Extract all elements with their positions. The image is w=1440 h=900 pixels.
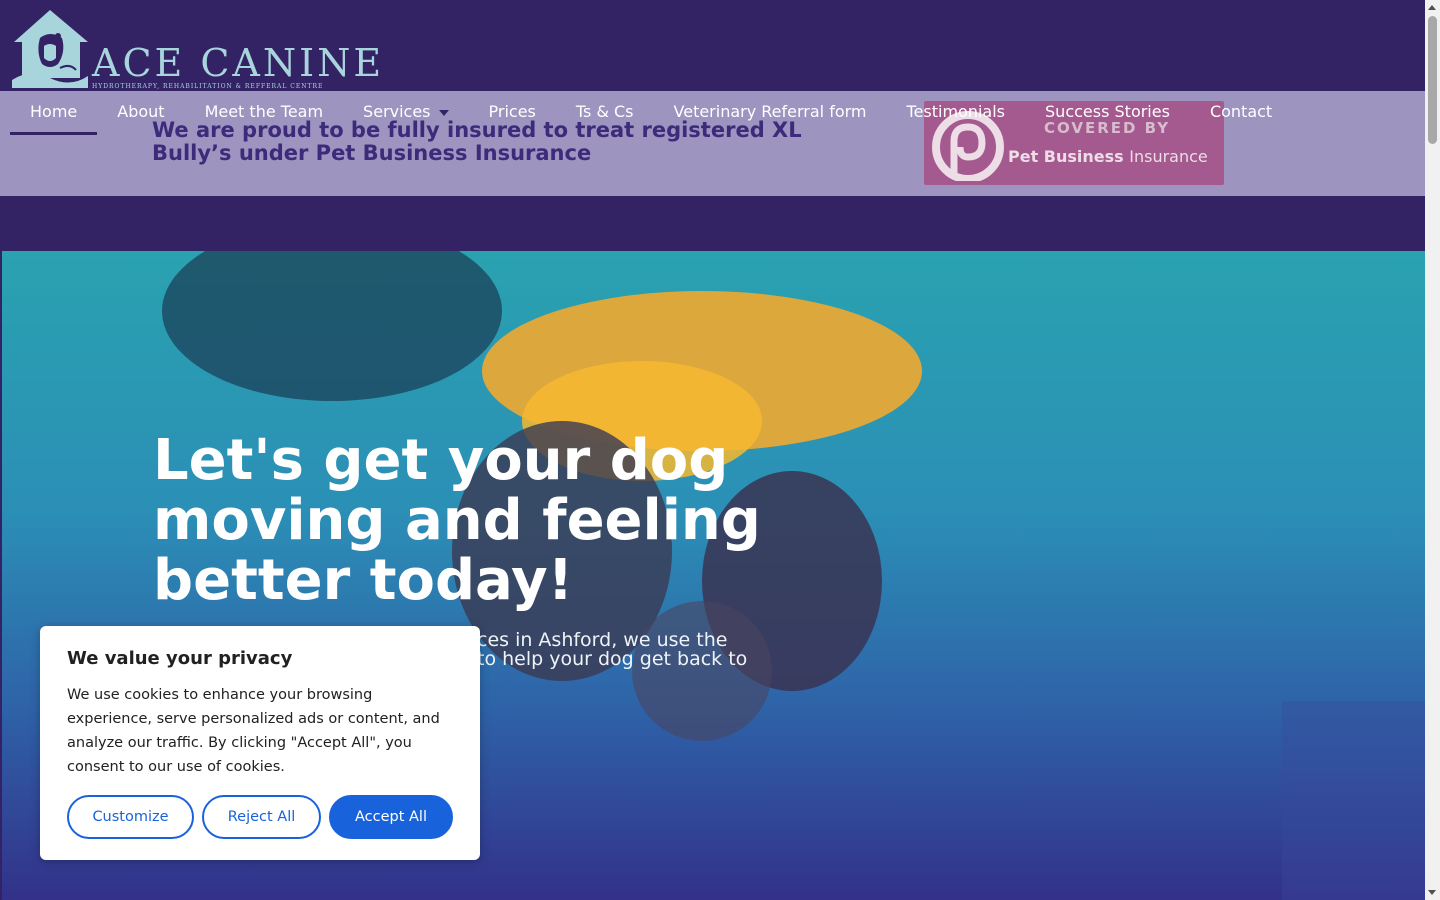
- badge-brand-bold: Pet Business: [1008, 147, 1124, 166]
- nav-item-services[interactable]: Services: [343, 91, 468, 135]
- badge-brand: Pet Business Insurance: [1008, 147, 1208, 166]
- header-spacer: [0, 196, 1425, 251]
- cookie-title: We value your privacy: [67, 648, 293, 669]
- page-scrollbar[interactable]: [1425, 0, 1440, 900]
- logo-title: ACE CANINE: [92, 41, 385, 85]
- nav-item-services-label: Services: [363, 102, 431, 121]
- nav-item-home[interactable]: Home: [10, 91, 98, 135]
- accept-all-button[interactable]: Accept All: [329, 795, 453, 839]
- hero-title: Let's get your dog moving and feeling be…: [153, 428, 761, 613]
- scroll-up-arrow-icon[interactable]: [1428, 5, 1436, 10]
- cookie-consent-dialog: We value your privacy We use cookies to …: [40, 626, 480, 860]
- site-logo[interactable]: ACE CANINE HYDROTHERAPY, REHABILITATION …: [10, 8, 384, 90]
- cookie-actions: Customize Reject All Accept All: [67, 795, 453, 839]
- nav-item-meet-the-team[interactable]: Meet the Team: [185, 91, 343, 135]
- reject-all-button[interactable]: Reject All: [202, 795, 321, 839]
- nav-item-about[interactable]: About: [97, 91, 184, 135]
- main-navigation: Home About Meet the Team Services Prices…: [10, 91, 1292, 135]
- nav-item-testimonials[interactable]: Testimonials: [887, 91, 1026, 135]
- nav-item-ts-cs[interactable]: Ts & Cs: [556, 91, 654, 135]
- site-header: ACE CANINE HYDROTHERAPY, REHABILITATION …: [0, 0, 1425, 91]
- nav-item-prices[interactable]: Prices: [469, 91, 556, 135]
- scroll-down-arrow-icon[interactable]: [1428, 890, 1436, 895]
- scrollbar-thumb[interactable]: [1428, 16, 1437, 144]
- nav-item-success-stories[interactable]: Success Stories: [1025, 91, 1190, 135]
- badge-brand-light: Insurance: [1129, 147, 1208, 166]
- dog-house-logo-icon: [10, 8, 90, 90]
- customize-button[interactable]: Customize: [67, 795, 194, 839]
- chevron-down-icon: [438, 109, 449, 116]
- nav-item-contact[interactable]: Contact: [1190, 91, 1292, 135]
- nav-item-veterinary-referral-form[interactable]: Veterinary Referral form: [654, 91, 887, 135]
- cookie-body: We use cookies to enhance your browsing …: [67, 687, 440, 775]
